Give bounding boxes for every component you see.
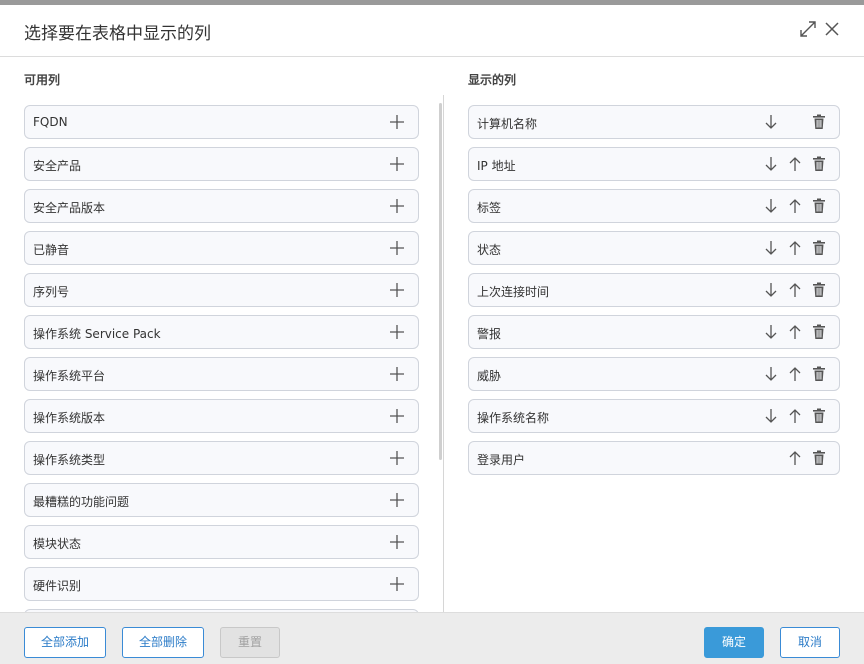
shown-column-label: 登录用户 <box>477 453 526 467</box>
arrow-up-icon[interactable] <box>786 365 804 383</box>
shown-column-label: 威胁 <box>477 369 502 383</box>
arrow-up-icon[interactable] <box>786 449 804 467</box>
arrow-up-icon[interactable] <box>786 281 804 299</box>
dialog-title: 选择要在表格中显示的列 <box>24 24 211 44</box>
plus-icon[interactable] <box>388 239 406 257</box>
shown-column-label: 警报 <box>477 327 502 341</box>
arrow-up-icon[interactable] <box>786 407 804 425</box>
available-column-label: 已静音 <box>33 243 70 257</box>
available-column-label: 操作系统版本 <box>33 411 106 425</box>
arrow-down-icon[interactable] <box>762 155 780 173</box>
available-column-item[interactable]: 操作系统平台 <box>24 357 419 391</box>
shown-column-label: 标签 <box>477 201 502 215</box>
arrow-down-icon[interactable] <box>762 323 780 341</box>
available-column-label: 最糟糕的功能问题 <box>33 495 130 509</box>
shown-column-item: 标签 <box>468 189 840 223</box>
shown-column-label: IP 地址 <box>477 159 516 173</box>
available-column-label: 安全产品版本 <box>33 201 106 215</box>
available-column-item[interactable]: FQDN <box>24 105 419 139</box>
available-list-scrollbar[interactable] <box>439 103 442 460</box>
plus-icon[interactable] <box>388 281 406 299</box>
cancel-button[interactable]: 取消 <box>780 627 840 658</box>
shown-column-item: 登录用户 <box>468 441 840 475</box>
trash-icon[interactable] <box>810 323 828 341</box>
remove-all-button[interactable]: 全部删除 <box>122 627 204 658</box>
available-column-label: 序列号 <box>33 285 70 299</box>
shown-column-item: 操作系统名称 <box>468 399 840 433</box>
trash-icon[interactable] <box>810 281 828 299</box>
available-column-item[interactable]: 操作系统类型 <box>24 441 419 475</box>
available-columns-list: FQDN 安全产品安全产品版本 已静音序列号操作系统 Service Pack 操作系… <box>24 105 419 612</box>
available-column-label: FQDN <box>33 115 68 129</box>
columns-area: FQDN 安全产品安全产品版本 已静音序列号操作系统 Service Pack 操作系… <box>0 95 864 612</box>
plus-icon[interactable] <box>388 365 406 383</box>
arrow-up-icon[interactable] <box>786 323 804 341</box>
arrow-down-icon[interactable] <box>762 197 780 215</box>
shown-column-item: 威胁 <box>468 357 840 391</box>
shown-column-label: 状态 <box>477 243 502 257</box>
trash-icon[interactable] <box>810 197 828 215</box>
plus-icon[interactable] <box>388 575 406 593</box>
trash-icon[interactable] <box>810 365 828 383</box>
plus-icon[interactable] <box>388 533 406 551</box>
trash-icon[interactable] <box>810 155 828 173</box>
trash-icon[interactable] <box>810 449 828 467</box>
arrow-up-icon[interactable] <box>786 197 804 215</box>
arrow-down-icon[interactable] <box>762 281 780 299</box>
shown-column-label: 操作系统名称 <box>477 411 550 425</box>
trash-icon[interactable] <box>810 113 828 131</box>
column-divider <box>443 95 444 612</box>
available-column-item[interactable]: 最糟糕的功能问题 <box>24 483 419 517</box>
shown-column-item: 状态 <box>468 231 840 265</box>
available-column-item[interactable]: 硬件识别 <box>24 567 419 601</box>
close-icon[interactable] <box>822 19 842 39</box>
trash-icon[interactable] <box>810 239 828 257</box>
reset-button[interactable]: 重置 <box>220 627 280 658</box>
plus-icon[interactable] <box>388 113 406 131</box>
plus-icon[interactable] <box>388 323 406 341</box>
plus-icon[interactable] <box>388 197 406 215</box>
shown-column-item: IP 地址 <box>468 147 840 181</box>
plus-icon[interactable] <box>388 449 406 467</box>
available-column-item[interactable]: 操作系统 Service Pack <box>24 315 419 349</box>
shown-column-label: 上次连接时间 <box>477 285 550 299</box>
dialog-header: 选择要在表格中显示的列 <box>0 5 864 57</box>
arrow-down-icon[interactable] <box>762 365 780 383</box>
plus-icon[interactable] <box>388 407 406 425</box>
add-all-button[interactable]: 全部添加 <box>24 627 106 658</box>
available-column-label: 操作系统 Service Pack <box>33 327 161 341</box>
available-column-item[interactable]: 安全产品版本 <box>24 189 419 223</box>
available-column-item[interactable]: 已静音 <box>24 231 419 265</box>
available-column-label: 操作系统平台 <box>33 369 106 383</box>
shown-columns-label: 显示的列 <box>468 73 517 87</box>
available-columns-label: 可用列 <box>24 73 61 87</box>
arrow-down-icon[interactable] <box>762 407 780 425</box>
available-column-label: 操作系统类型 <box>33 453 106 467</box>
available-column-item[interactable]: 序列号 <box>24 273 419 307</box>
shown-column-item: 上次连接时间 <box>468 273 840 307</box>
confirm-button[interactable]: 确定 <box>704 627 764 658</box>
plus-icon[interactable] <box>388 491 406 509</box>
shown-column-item: 计算机名称 <box>468 105 840 139</box>
available-column-item[interactable]: 安全产品 <box>24 147 419 181</box>
arrow-up-icon[interactable] <box>786 239 804 257</box>
available-column-item[interactable]: 操作系统版本 <box>24 399 419 433</box>
dialog-footer: 全部添加 全部删除 重置 确定 取消 <box>0 612 864 664</box>
shown-column-item: 警报 <box>468 315 840 349</box>
arrow-up-icon[interactable] <box>786 155 804 173</box>
column-chooser-dialog: 选择要在表格中显示的列 可用列 显示的列 FQDN 安全产品安全产品版本 已静音序列… <box>0 5 864 664</box>
available-column-label: 硬件识别 <box>33 579 82 593</box>
shown-columns-list: 计算机名称 IP 地址标签状态上次连接时间 警报威胁操作系统名称 登录用户 <box>468 105 840 483</box>
trash-icon[interactable] <box>810 407 828 425</box>
available-column-label: 安全产品 <box>33 159 82 173</box>
available-column-label: 模块状态 <box>33 537 82 551</box>
expand-icon[interactable] <box>798 19 818 39</box>
arrow-down-icon[interactable] <box>762 113 780 131</box>
plus-icon[interactable] <box>388 155 406 173</box>
shown-column-label: 计算机名称 <box>477 117 538 131</box>
arrow-down-icon[interactable] <box>762 239 780 257</box>
available-column-item[interactable]: 模块状态 <box>24 525 419 559</box>
